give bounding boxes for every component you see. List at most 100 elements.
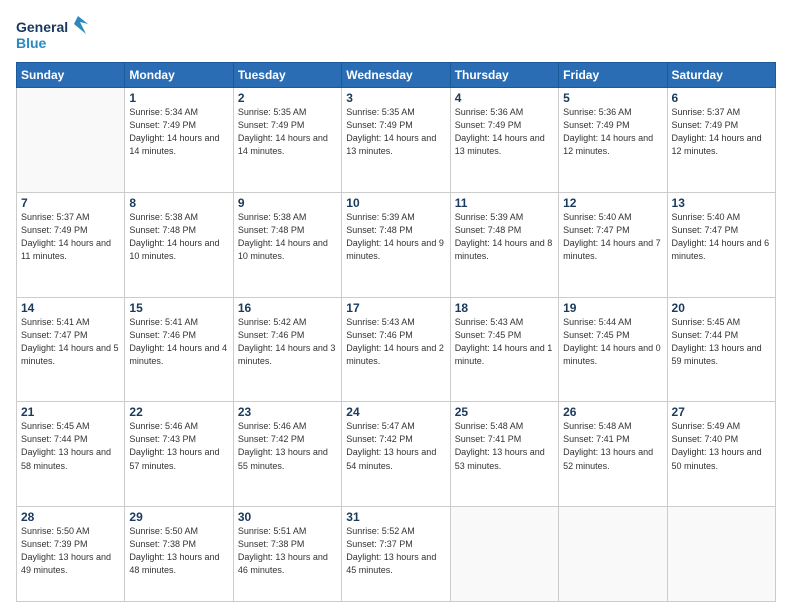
day-number: 21 <box>21 405 120 419</box>
day-info: Sunrise: 5:49 AM Sunset: 7:40 PM Dayligh… <box>672 420 771 472</box>
day-info: Sunrise: 5:40 AM Sunset: 7:47 PM Dayligh… <box>672 211 771 263</box>
day-info: Sunrise: 5:36 AM Sunset: 7:49 PM Dayligh… <box>563 106 662 158</box>
calendar-cell: 8Sunrise: 5:38 AM Sunset: 7:48 PM Daylig… <box>125 192 233 297</box>
calendar-cell: 12Sunrise: 5:40 AM Sunset: 7:47 PM Dayli… <box>559 192 667 297</box>
day-number: 23 <box>238 405 337 419</box>
day-number: 1 <box>129 91 228 105</box>
day-info: Sunrise: 5:35 AM Sunset: 7:49 PM Dayligh… <box>238 106 337 158</box>
calendar-cell: 9Sunrise: 5:38 AM Sunset: 7:48 PM Daylig… <box>233 192 341 297</box>
calendar-cell: 7Sunrise: 5:37 AM Sunset: 7:49 PM Daylig… <box>17 192 125 297</box>
day-number: 25 <box>455 405 554 419</box>
calendar-cell: 5Sunrise: 5:36 AM Sunset: 7:49 PM Daylig… <box>559 88 667 193</box>
calendar-cell: 27Sunrise: 5:49 AM Sunset: 7:40 PM Dayli… <box>667 402 775 507</box>
day-info: Sunrise: 5:47 AM Sunset: 7:42 PM Dayligh… <box>346 420 445 472</box>
day-number: 19 <box>563 301 662 315</box>
day-number: 6 <box>672 91 771 105</box>
calendar-cell: 3Sunrise: 5:35 AM Sunset: 7:49 PM Daylig… <box>342 88 450 193</box>
calendar-cell: 4Sunrise: 5:36 AM Sunset: 7:49 PM Daylig… <box>450 88 558 193</box>
day-info: Sunrise: 5:43 AM Sunset: 7:45 PM Dayligh… <box>455 316 554 368</box>
day-number: 26 <box>563 405 662 419</box>
day-info: Sunrise: 5:41 AM Sunset: 7:46 PM Dayligh… <box>129 316 228 368</box>
weekday-header-saturday: Saturday <box>667 63 775 88</box>
day-number: 7 <box>21 196 120 210</box>
day-number: 17 <box>346 301 445 315</box>
day-info: Sunrise: 5:37 AM Sunset: 7:49 PM Dayligh… <box>672 106 771 158</box>
calendar-cell: 24Sunrise: 5:47 AM Sunset: 7:42 PM Dayli… <box>342 402 450 507</box>
week-row-2: 7Sunrise: 5:37 AM Sunset: 7:49 PM Daylig… <box>17 192 776 297</box>
day-number: 12 <box>563 196 662 210</box>
day-number: 11 <box>455 196 554 210</box>
day-info: Sunrise: 5:43 AM Sunset: 7:46 PM Dayligh… <box>346 316 445 368</box>
day-info: Sunrise: 5:34 AM Sunset: 7:49 PM Dayligh… <box>129 106 228 158</box>
calendar-table: SundayMondayTuesdayWednesdayThursdayFrid… <box>16 62 776 602</box>
svg-text:Blue: Blue <box>16 35 47 51</box>
calendar-cell: 15Sunrise: 5:41 AM Sunset: 7:46 PM Dayli… <box>125 297 233 402</box>
page: General Blue SundayMondayTuesdayWednesda… <box>0 0 792 612</box>
calendar-cell: 18Sunrise: 5:43 AM Sunset: 7:45 PM Dayli… <box>450 297 558 402</box>
day-number: 10 <box>346 196 445 210</box>
calendar-cell: 23Sunrise: 5:46 AM Sunset: 7:42 PM Dayli… <box>233 402 341 507</box>
calendar-cell <box>559 507 667 602</box>
calendar-cell: 6Sunrise: 5:37 AM Sunset: 7:49 PM Daylig… <box>667 88 775 193</box>
day-info: Sunrise: 5:48 AM Sunset: 7:41 PM Dayligh… <box>563 420 662 472</box>
day-number: 18 <box>455 301 554 315</box>
week-row-1: 1Sunrise: 5:34 AM Sunset: 7:49 PM Daylig… <box>17 88 776 193</box>
day-info: Sunrise: 5:40 AM Sunset: 7:47 PM Dayligh… <box>563 211 662 263</box>
day-info: Sunrise: 5:50 AM Sunset: 7:39 PM Dayligh… <box>21 525 120 577</box>
logo: General Blue <box>16 14 88 54</box>
day-number: 30 <box>238 510 337 524</box>
calendar-cell: 28Sunrise: 5:50 AM Sunset: 7:39 PM Dayli… <box>17 507 125 602</box>
day-number: 3 <box>346 91 445 105</box>
calendar-cell: 1Sunrise: 5:34 AM Sunset: 7:49 PM Daylig… <box>125 88 233 193</box>
day-info: Sunrise: 5:45 AM Sunset: 7:44 PM Dayligh… <box>672 316 771 368</box>
calendar-cell: 10Sunrise: 5:39 AM Sunset: 7:48 PM Dayli… <box>342 192 450 297</box>
week-row-5: 28Sunrise: 5:50 AM Sunset: 7:39 PM Dayli… <box>17 507 776 602</box>
day-info: Sunrise: 5:42 AM Sunset: 7:46 PM Dayligh… <box>238 316 337 368</box>
day-number: 20 <box>672 301 771 315</box>
calendar-cell <box>450 507 558 602</box>
calendar-cell: 2Sunrise: 5:35 AM Sunset: 7:49 PM Daylig… <box>233 88 341 193</box>
calendar-cell: 11Sunrise: 5:39 AM Sunset: 7:48 PM Dayli… <box>450 192 558 297</box>
day-info: Sunrise: 5:38 AM Sunset: 7:48 PM Dayligh… <box>129 211 228 263</box>
day-number: 15 <box>129 301 228 315</box>
day-info: Sunrise: 5:39 AM Sunset: 7:48 PM Dayligh… <box>455 211 554 263</box>
weekday-header-monday: Monday <box>125 63 233 88</box>
svg-text:General: General <box>16 19 68 35</box>
logo-svg: General Blue <box>16 14 88 54</box>
calendar-cell <box>667 507 775 602</box>
calendar-cell: 29Sunrise: 5:50 AM Sunset: 7:38 PM Dayli… <box>125 507 233 602</box>
day-info: Sunrise: 5:36 AM Sunset: 7:49 PM Dayligh… <box>455 106 554 158</box>
calendar-cell: 19Sunrise: 5:44 AM Sunset: 7:45 PM Dayli… <box>559 297 667 402</box>
day-number: 2 <box>238 91 337 105</box>
weekday-header-wednesday: Wednesday <box>342 63 450 88</box>
calendar-cell: 16Sunrise: 5:42 AM Sunset: 7:46 PM Dayli… <box>233 297 341 402</box>
calendar-cell: 22Sunrise: 5:46 AM Sunset: 7:43 PM Dayli… <box>125 402 233 507</box>
day-info: Sunrise: 5:46 AM Sunset: 7:42 PM Dayligh… <box>238 420 337 472</box>
day-info: Sunrise: 5:51 AM Sunset: 7:38 PM Dayligh… <box>238 525 337 577</box>
weekday-header-thursday: Thursday <box>450 63 558 88</box>
calendar-cell: 20Sunrise: 5:45 AM Sunset: 7:44 PM Dayli… <box>667 297 775 402</box>
day-number: 13 <box>672 196 771 210</box>
day-info: Sunrise: 5:38 AM Sunset: 7:48 PM Dayligh… <box>238 211 337 263</box>
day-info: Sunrise: 5:50 AM Sunset: 7:38 PM Dayligh… <box>129 525 228 577</box>
day-info: Sunrise: 5:46 AM Sunset: 7:43 PM Dayligh… <box>129 420 228 472</box>
calendar-cell: 14Sunrise: 5:41 AM Sunset: 7:47 PM Dayli… <box>17 297 125 402</box>
week-row-4: 21Sunrise: 5:45 AM Sunset: 7:44 PM Dayli… <box>17 402 776 507</box>
day-info: Sunrise: 5:48 AM Sunset: 7:41 PM Dayligh… <box>455 420 554 472</box>
day-number: 14 <box>21 301 120 315</box>
day-number: 16 <box>238 301 337 315</box>
calendar-cell: 17Sunrise: 5:43 AM Sunset: 7:46 PM Dayli… <box>342 297 450 402</box>
calendar-cell: 25Sunrise: 5:48 AM Sunset: 7:41 PM Dayli… <box>450 402 558 507</box>
week-row-3: 14Sunrise: 5:41 AM Sunset: 7:47 PM Dayli… <box>17 297 776 402</box>
weekday-header-row: SundayMondayTuesdayWednesdayThursdayFrid… <box>17 63 776 88</box>
day-number: 27 <box>672 405 771 419</box>
day-info: Sunrise: 5:41 AM Sunset: 7:47 PM Dayligh… <box>21 316 120 368</box>
weekday-header-sunday: Sunday <box>17 63 125 88</box>
calendar-cell: 13Sunrise: 5:40 AM Sunset: 7:47 PM Dayli… <box>667 192 775 297</box>
calendar-cell <box>17 88 125 193</box>
day-number: 9 <box>238 196 337 210</box>
day-number: 5 <box>563 91 662 105</box>
day-info: Sunrise: 5:37 AM Sunset: 7:49 PM Dayligh… <box>21 211 120 263</box>
day-number: 8 <box>129 196 228 210</box>
day-info: Sunrise: 5:39 AM Sunset: 7:48 PM Dayligh… <box>346 211 445 263</box>
